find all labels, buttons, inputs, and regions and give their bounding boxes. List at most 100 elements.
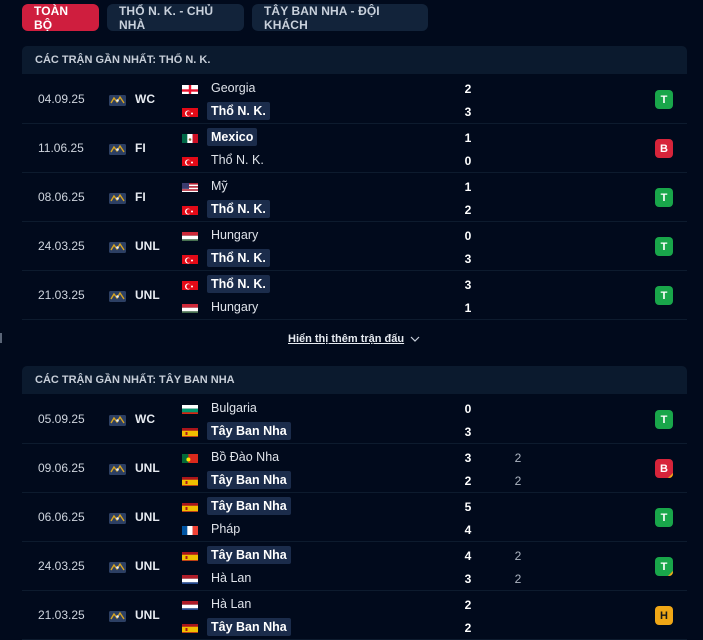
team-name: Thổ N. K. <box>207 249 270 267</box>
away-team[interactable]: Hungary <box>182 297 262 317</box>
match-row[interactable]: 09.06.25 UNL Bồ Đào Nha Tây Ban Nha 3 2 … <box>22 444 687 493</box>
competition-label: UNL <box>135 608 160 622</box>
away-team[interactable]: Tây Ban Nha <box>182 470 291 490</box>
away-score: 0 <box>464 154 472 168</box>
team-name: Tây Ban Nha <box>207 422 291 440</box>
away-score: 3 <box>464 572 472 586</box>
tab-all[interactable]: TOÀN BỘ <box>22 4 99 32</box>
away-team[interactable]: Thổ N. K. <box>182 248 270 268</box>
away-score: 3 <box>464 252 472 266</box>
home-team[interactable]: Bồ Đào Nha <box>182 447 283 467</box>
hungary-flag <box>182 230 198 241</box>
competition-icon <box>109 462 126 475</box>
team-name: Thổ N. K. <box>211 153 264 167</box>
match-date: 04.09.25 <box>38 92 85 106</box>
home-team[interactable]: Tây Ban Nha <box>182 496 291 516</box>
away-score: 2 <box>464 621 472 635</box>
team-name: Hungary <box>211 300 259 314</box>
chevron-down-icon <box>410 336 420 342</box>
result-badge: B <box>655 459 673 478</box>
result-letter: B <box>660 142 668 155</box>
home-score: 3 <box>464 451 472 465</box>
result-badge: T <box>655 188 673 207</box>
spain-flag <box>182 426 198 437</box>
home-team[interactable]: Bulgaria <box>182 398 261 418</box>
result-badge: T <box>655 286 673 305</box>
home-score: 1 <box>464 131 472 145</box>
competition-icon <box>109 191 126 204</box>
match-row[interactable]: 21.03.25 UNL Thổ N. K. Hungary 3 1 T <box>22 271 687 320</box>
team-name: Pháp <box>211 522 241 536</box>
team-name: Tây Ban Nha <box>207 497 291 515</box>
home-team[interactable]: Georgia <box>182 78 259 98</box>
mexico-flag <box>182 132 198 143</box>
team-name: Tây Ban Nha <box>207 546 291 564</box>
result-badge: B <box>655 139 673 158</box>
away-team[interactable]: Thổ N. K. <box>182 150 268 170</box>
away-score: 1 <box>464 301 472 315</box>
tab-away[interactable]: TÂY BAN NHA - ĐỘI KHÁCH <box>252 4 428 32</box>
match-row[interactable]: 24.03.25 UNL Hungary Thổ N. K. 0 3 T <box>22 222 687 271</box>
home-score: 2 <box>464 82 472 96</box>
home-team[interactable]: Mexico <box>182 127 258 147</box>
spain-flag <box>182 501 198 512</box>
match-row[interactable]: 04.09.25 WC Georgia Thổ N. K. 2 3 T <box>22 75 687 124</box>
away-score: 3 <box>464 425 472 439</box>
home-score: 2 <box>464 598 472 612</box>
georgia-flag <box>182 83 198 94</box>
turkey-flag <box>182 253 198 264</box>
home-score: 3 <box>464 278 472 292</box>
competition-label: UNL <box>135 239 160 253</box>
match-row[interactable]: 06.06.25 UNL Tây Ban Nha Pháp 5 4 T <box>22 493 687 542</box>
away-team[interactable]: Hà Lan <box>182 568 255 588</box>
result-badge: T <box>655 410 673 429</box>
team-name: Tây Ban Nha <box>207 618 291 636</box>
away-score: 2 <box>464 203 472 217</box>
portugal-flag <box>182 452 198 463</box>
home-team[interactable]: Hungary <box>182 225 262 245</box>
competition-icon <box>109 511 126 524</box>
home-team[interactable]: Thổ N. K. <box>182 274 270 294</box>
home-score: 1 <box>464 180 472 194</box>
team-name: Thổ N. K. <box>207 275 270 293</box>
show-more-label: Hiển thị thêm trận đấu <box>288 333 405 345</box>
hungary-flag <box>182 302 198 313</box>
result-letter: T <box>660 93 668 106</box>
result-badge: T <box>655 237 673 256</box>
netherlands-flag <box>182 599 198 610</box>
team-name: Tây Ban Nha <box>207 471 291 489</box>
section-header-turkey: CÁC TRẬN GẦN NHẤT: THỔ N. K. <box>22 46 687 74</box>
match-row[interactable]: 21.03.25 UNL Hà Lan Tây Ban Nha 2 2 H <box>22 591 687 640</box>
match-row[interactable]: 08.06.25 FI Mỹ Thổ N. K. 1 2 T <box>22 173 687 222</box>
away-team[interactable]: Tây Ban Nha <box>182 617 291 637</box>
result-letter: T <box>660 240 668 253</box>
show-more-link[interactable]: Hiển thị thêm trận đấu <box>288 333 420 345</box>
edge-marker <box>0 333 2 343</box>
team-name: Thổ N. K. <box>207 102 270 120</box>
match-date: 05.09.25 <box>38 412 85 426</box>
home-score: 5 <box>464 500 472 514</box>
home-score: 4 <box>464 549 472 563</box>
competition-label: FI <box>135 141 146 155</box>
away-team[interactable]: Thổ N. K. <box>182 199 270 219</box>
france-flag <box>182 524 198 535</box>
usa-flag <box>182 181 198 192</box>
home-team[interactable]: Tây Ban Nha <box>182 545 291 565</box>
home-team[interactable]: Hà Lan <box>182 594 255 614</box>
result-badge: T <box>655 90 673 109</box>
away-team[interactable]: Pháp <box>182 519 244 539</box>
competition-label: FI <box>135 190 146 204</box>
team-name: Mexico <box>207 128 258 146</box>
home-team[interactable]: Mỹ <box>182 176 232 196</box>
team-name: Hà Lan <box>211 571 252 585</box>
away-team[interactable]: Thổ N. K. <box>182 101 270 121</box>
match-row[interactable]: 05.09.25 WC Bulgaria Tây Ban Nha 0 3 T <box>22 395 687 444</box>
away-penalty-score: 2 <box>514 474 522 488</box>
match-row[interactable]: 11.06.25 FI Mexico Thổ N. K. 1 0 B <box>22 124 687 173</box>
tab-home[interactable]: THỔ N. K. - CHỦ NHÀ <box>107 4 244 32</box>
competition-icon <box>109 240 126 253</box>
turkey-flag <box>182 204 198 215</box>
match-date: 24.03.25 <box>38 239 85 253</box>
away-team[interactable]: Tây Ban Nha <box>182 421 291 441</box>
match-row[interactable]: 24.03.25 UNL Tây Ban Nha Hà Lan 4 3 2 2 … <box>22 542 687 591</box>
